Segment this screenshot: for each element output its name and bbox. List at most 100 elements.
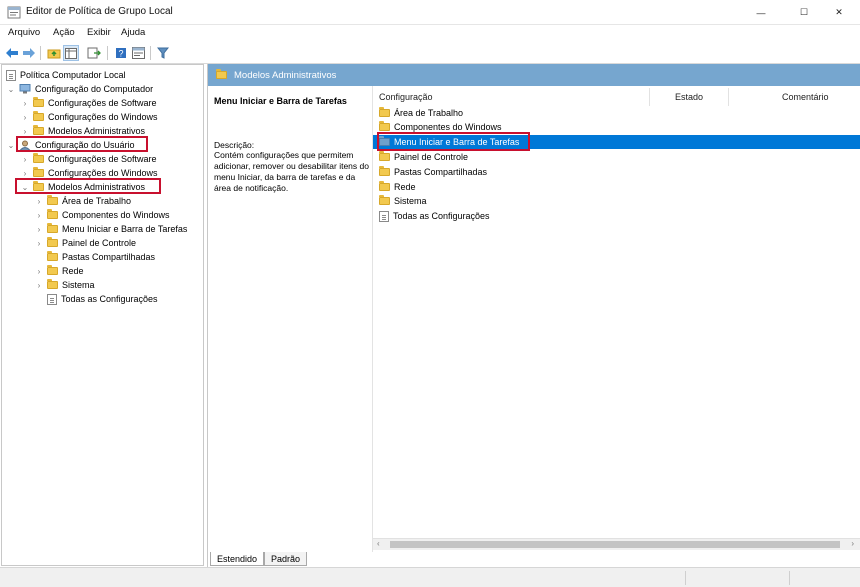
- chevron-right-icon[interactable]: ›: [20, 155, 30, 164]
- folder-icon: [47, 279, 58, 289]
- details-header: Modelos Administrativos: [208, 64, 860, 86]
- title-bar: Editor de Política de Grupo Local — ☐ ✕: [0, 0, 860, 25]
- tree-pane: Política Computador Local ⌄ Configuração…: [1, 64, 204, 566]
- menu-exibir[interactable]: Exibir: [87, 27, 111, 38]
- menu-ajuda[interactable]: Ajuda: [121, 27, 145, 38]
- policy-editor-app-icon: [7, 6, 21, 19]
- tree-item-label: Pastas Compartilhadas: [62, 252, 156, 262]
- tree-item-computer-config[interactable]: ⌄ Configuração do Computador: [6, 82, 153, 96]
- list-item[interactable]: Pastas Compartilhadas: [373, 165, 860, 179]
- tree-item-label: Menu Iniciar e Barra de Tarefas: [62, 224, 188, 234]
- tree-item-label: Sistema: [62, 280, 95, 290]
- horizontal-scrollbar[interactable]: ‹ ›: [373, 538, 860, 550]
- highlight-box-menu-iniciar: [377, 132, 530, 151]
- chevron-right-icon[interactable]: ›: [34, 267, 44, 276]
- description-text: Contém configurações que permitem adicio…: [214, 150, 369, 193]
- tree-item-label: Configurações do Windows: [48, 168, 158, 178]
- folder-icon: [33, 111, 44, 121]
- menu-arquivo[interactable]: Arquivo: [8, 27, 40, 38]
- tree-item-label: Painel de Controle: [62, 238, 137, 248]
- folder-icon: [33, 153, 44, 163]
- column-header-comentario[interactable]: Comentário: [782, 86, 829, 108]
- list-item[interactable]: Todas as Configurações: [373, 209, 860, 223]
- chevron-right-icon[interactable]: ›: [34, 239, 44, 248]
- menu-acao[interactable]: Ação: [53, 27, 75, 38]
- tree-item-sistema[interactable]: › Sistema: [34, 278, 95, 292]
- tree-item-computer-software[interactable]: › Configurações de Software: [20, 96, 157, 110]
- all-settings-icon: [379, 210, 389, 222]
- list-item[interactable]: Área de Trabalho: [373, 106, 860, 120]
- tree-item-menu-iniciar[interactable]: › Menu Iniciar e Barra de Tarefas: [34, 222, 187, 236]
- list-item[interactable]: Painel de Controle: [373, 150, 860, 164]
- chevron-right-icon[interactable]: ›: [20, 113, 30, 122]
- minimize-button[interactable]: —: [740, 0, 782, 25]
- chevron-down-icon[interactable]: ⌄: [6, 141, 16, 150]
- help-icon[interactable]: ?: [113, 45, 129, 61]
- list-item-label: Área de Trabalho: [394, 108, 464, 118]
- tree-item-area-trabalho[interactable]: › Área de Trabalho: [34, 194, 131, 208]
- folder-icon: [216, 69, 227, 79]
- chevron-right-icon[interactable]: ›: [34, 225, 44, 234]
- svg-text:?: ?: [118, 49, 123, 59]
- tree-item-label: Configuração do Computador: [35, 84, 154, 94]
- folder-icon: [379, 151, 390, 161]
- forward-arrow-icon[interactable]: [21, 45, 37, 61]
- folder-icon: [379, 195, 390, 205]
- scroll-left-icon[interactable]: ‹: [377, 539, 380, 548]
- properties-icon[interactable]: [130, 45, 146, 61]
- folder-icon: [379, 121, 390, 131]
- chevron-right-icon[interactable]: ›: [34, 197, 44, 206]
- tree-item-label: Modelos Administrativos: [48, 126, 146, 136]
- tree-item-root[interactable]: Política Computador Local: [6, 68, 126, 82]
- column-separator[interactable]: [728, 88, 729, 106]
- tree-item-componentes-windows[interactable]: › Componentes do Windows: [34, 208, 170, 222]
- tree-item-rede[interactable]: › Rede: [34, 264, 84, 278]
- computer-icon: [19, 84, 31, 94]
- tree-item-pastas-compartilhadas[interactable]: Pastas Compartilhadas: [34, 250, 155, 264]
- tree-item-user-software[interactable]: › Configurações de Software: [20, 152, 157, 166]
- tree-item-label: Configurações de Software: [48, 98, 157, 108]
- tab-estendido[interactable]: Estendido: [210, 552, 265, 566]
- toolbar-separator: [40, 46, 41, 60]
- column-separator[interactable]: [649, 88, 650, 106]
- list-item-label: Painel de Controle: [394, 152, 469, 162]
- close-button[interactable]: ✕: [818, 0, 860, 25]
- tree-item-label: Área de Trabalho: [62, 196, 132, 206]
- list-item-label: Sistema: [394, 196, 427, 206]
- folder-icon: [33, 167, 44, 177]
- scrollbar-thumb[interactable]: [390, 541, 840, 548]
- folder-icon: [47, 265, 58, 275]
- column-header-configuracao[interactable]: Configuração: [379, 86, 433, 108]
- list-item[interactable]: Sistema: [373, 194, 860, 208]
- column-header-estado[interactable]: Estado: [675, 86, 703, 108]
- tree-item-painel-controle[interactable]: › Painel de Controle: [34, 236, 136, 250]
- chevron-right-icon[interactable]: ›: [34, 281, 44, 290]
- tab-padrao[interactable]: Padrão: [264, 552, 308, 566]
- export-list-icon[interactable]: [86, 45, 102, 61]
- chevron-down-icon[interactable]: ⌄: [6, 85, 16, 94]
- window-title: Editor de Política de Grupo Local: [26, 6, 173, 17]
- filter-icon[interactable]: [155, 45, 171, 61]
- list-item[interactable]: Rede: [373, 180, 860, 194]
- status-separator: [789, 571, 790, 585]
- folder-icon: [47, 223, 58, 233]
- tree-item-label: Todas as Configurações: [61, 294, 158, 304]
- tree-item-label: Política Computador Local: [20, 70, 126, 80]
- back-arrow-icon[interactable]: [4, 45, 20, 61]
- chevron-right-icon[interactable]: ›: [20, 99, 30, 108]
- chevron-right-icon[interactable]: ›: [34, 211, 44, 220]
- menu-bar: Arquivo Ação Exibir Ajuda: [0, 25, 860, 41]
- details-header-title: Modelos Administrativos: [234, 69, 337, 81]
- scroll-right-icon[interactable]: ›: [851, 539, 854, 548]
- chevron-right-icon[interactable]: ›: [20, 127, 30, 136]
- show-hide-tree-icon[interactable]: [63, 45, 79, 61]
- toolbar: ?: [0, 42, 860, 64]
- status-separator: [685, 571, 686, 585]
- up-folder-icon[interactable]: [46, 45, 62, 61]
- list-item-label: Componentes do Windows: [394, 122, 502, 132]
- tree-item-computer-windows[interactable]: › Configurações do Windows: [20, 110, 158, 124]
- tree-item-todas-configuracoes[interactable]: Todas as Configurações: [34, 292, 158, 306]
- chevron-right-icon[interactable]: ›: [20, 169, 30, 178]
- list-item-label: Rede: [394, 182, 416, 192]
- tree-item-label: Configurações de Software: [48, 154, 157, 164]
